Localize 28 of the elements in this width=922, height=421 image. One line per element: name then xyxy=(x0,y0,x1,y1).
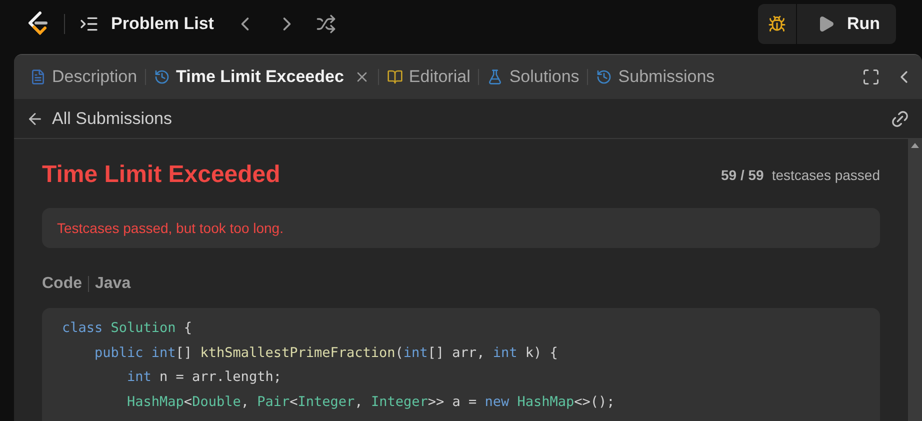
code-label: Code xyxy=(42,274,82,294)
error-message: Testcases passed, but took too long. xyxy=(42,208,880,248)
history-icon xyxy=(154,69,170,85)
run-button[interactable]: Run xyxy=(796,4,896,44)
code-line: public int[] kthSmallestPrimeFraction(int[] arr, int k) { xyxy=(94,344,559,362)
testcases-count: 59 / 59 xyxy=(721,166,764,184)
language-label: Java xyxy=(95,274,131,294)
document-icon xyxy=(30,69,46,85)
tab[interactable]: Solutions xyxy=(487,64,580,90)
code-line: class Solution { xyxy=(62,319,194,338)
tab[interactable]: Editorial xyxy=(386,64,470,90)
logo-icon[interactable] xyxy=(26,11,50,37)
book-icon xyxy=(386,69,403,85)
debug-button[interactable] xyxy=(758,4,796,44)
tab[interactable]: Submissions xyxy=(596,64,715,90)
flask-icon xyxy=(487,69,504,85)
status-title: Time Limit Exceeded xyxy=(42,160,280,190)
code-line: int n = arr.length; xyxy=(126,368,282,387)
tab[interactable]: Description xyxy=(30,64,138,90)
problem-list-title[interactable]: Problem List xyxy=(111,11,214,37)
shuffle-icon[interactable] xyxy=(316,14,336,34)
bug-icon xyxy=(768,15,786,33)
tab[interactable]: Time Limit Exceedec xyxy=(154,64,344,90)
all-submissions-link[interactable]: All Submissions xyxy=(52,106,172,132)
code-line: HashMap<Double, Pair<Integer, Integer>> a = new HashMap<>(); xyxy=(126,392,616,412)
maximize-icon[interactable] xyxy=(862,68,880,86)
history-icon xyxy=(596,69,612,85)
testcases-label: testcases passed xyxy=(772,166,880,185)
